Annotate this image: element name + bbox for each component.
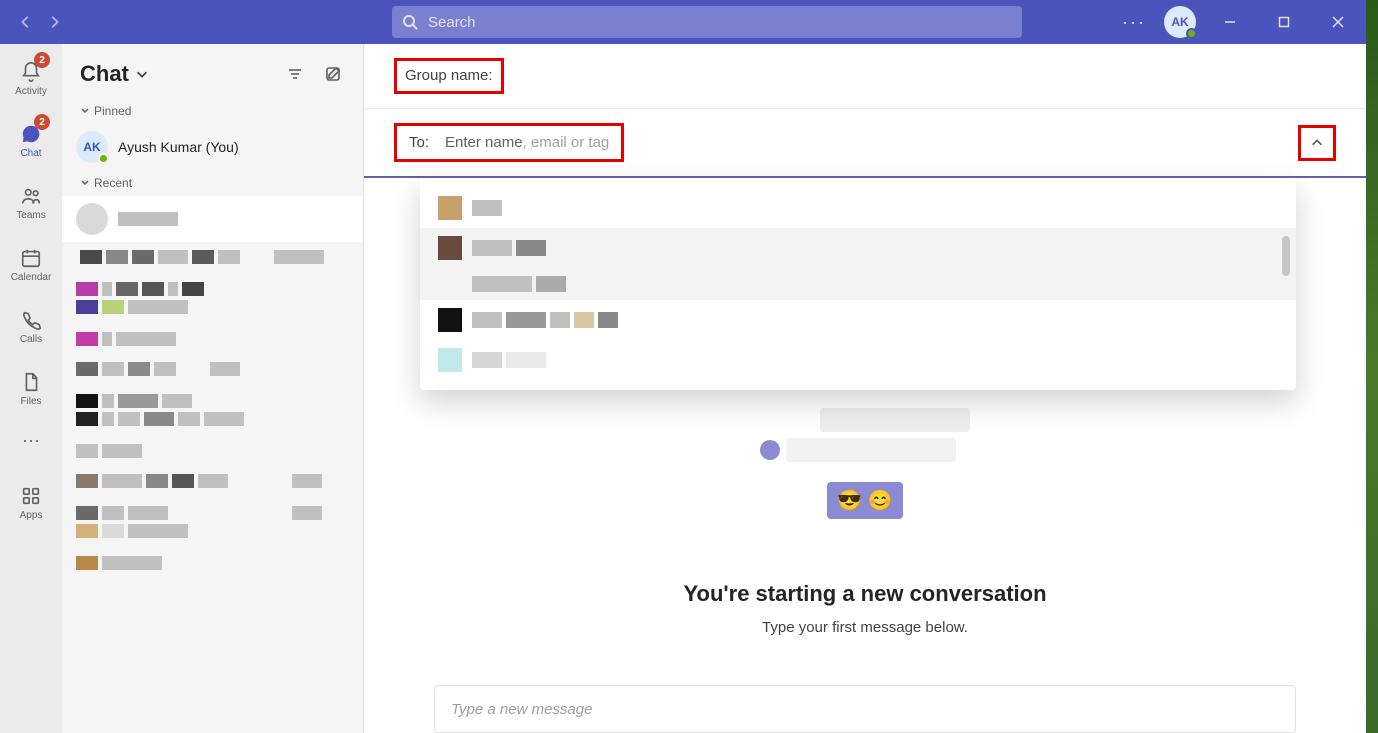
avatar xyxy=(438,308,462,332)
start-conversation-sub: Type your first message below. xyxy=(762,619,968,636)
list-item[interactable] xyxy=(62,242,363,272)
to-label: To: xyxy=(409,134,429,151)
pinned-label: Pinned xyxy=(94,104,131,118)
compose-input[interactable]: Type a new message xyxy=(434,685,1296,733)
more-button[interactable]: ··· xyxy=(1118,8,1150,37)
close-button[interactable] xyxy=(1318,0,1358,44)
forward-button[interactable] xyxy=(42,10,66,34)
emoji-reaction: 😎 😊 xyxy=(827,482,902,519)
people-suggestions xyxy=(420,178,1296,390)
phone-icon xyxy=(19,308,43,332)
chevron-down-icon xyxy=(135,67,149,81)
rail-label: Files xyxy=(20,396,41,407)
chevron-down-icon xyxy=(80,106,90,116)
new-chat-button[interactable] xyxy=(319,60,347,88)
pinned-section[interactable]: Pinned xyxy=(62,98,363,124)
presence-available-icon xyxy=(98,153,109,164)
chat-list-title[interactable]: Chat xyxy=(80,61,149,87)
rail-label: Calendar xyxy=(11,272,52,283)
chat-badge: 2 xyxy=(34,114,50,130)
avatar: AK xyxy=(76,131,108,163)
more-icon: ··· xyxy=(19,428,43,452)
list-item[interactable] xyxy=(62,196,363,242)
suggestion-item[interactable] xyxy=(420,188,1296,228)
activity-badge: 2 xyxy=(34,52,50,68)
to-placeholder-strong: Enter name xyxy=(445,134,523,151)
emoji-cool: 😎 xyxy=(837,490,862,512)
apps-icon xyxy=(19,484,43,508)
list-item[interactable] xyxy=(62,384,363,436)
list-item[interactable] xyxy=(62,436,363,466)
list-item[interactable] xyxy=(62,324,363,354)
rail-label: Apps xyxy=(20,510,43,521)
rail-label: Teams xyxy=(16,210,45,221)
scrollbar-thumb[interactable] xyxy=(1282,236,1290,276)
rail-apps[interactable]: Apps xyxy=(0,476,62,528)
list-item[interactable] xyxy=(62,548,363,578)
to-placeholder-dim: , email or tag xyxy=(523,134,610,151)
avatar xyxy=(438,196,462,220)
avatar xyxy=(76,203,108,235)
group-name-highlight: Group name: xyxy=(394,58,504,94)
message-skeleton xyxy=(760,408,970,462)
avatar-initials: AK xyxy=(83,140,100,154)
list-item[interactable] xyxy=(62,354,363,384)
rail-more[interactable]: ··· xyxy=(0,424,62,456)
titlebar: Search ··· AK xyxy=(0,0,1366,44)
chat-name: Ayush Kumar (You) xyxy=(118,139,239,155)
list-item[interactable]: AK Ayush Kumar (You) xyxy=(62,124,363,170)
to-field-highlight: To: Enter name, email or tag xyxy=(394,123,624,162)
compose-placeholder: Type a new message xyxy=(451,701,592,718)
recent-section[interactable]: Recent xyxy=(62,170,363,196)
desktop-background-edge xyxy=(1366,0,1378,733)
file-icon xyxy=(19,370,43,394)
suggestion-item[interactable] xyxy=(420,268,1296,300)
rail-files[interactable]: Files xyxy=(0,362,62,414)
rail-teams[interactable]: Teams xyxy=(0,176,62,228)
profile-avatar[interactable]: AK xyxy=(1164,6,1196,38)
app-rail: 2 Activity 2 Chat Teams Calenda xyxy=(0,44,62,733)
collapse-to-button[interactable] xyxy=(1298,125,1336,161)
search-input[interactable]: Search xyxy=(392,6,1022,38)
main-pane: Group name: To: Enter name, email or tag xyxy=(364,44,1366,733)
search-placeholder: Search xyxy=(428,14,476,31)
list-item[interactable] xyxy=(62,496,363,548)
chat-list-panel: Chat Pinned AK xyxy=(62,44,364,733)
emoji-smile: 😊 xyxy=(868,490,893,512)
list-item[interactable] xyxy=(62,466,363,496)
rail-label: Chat xyxy=(20,148,41,159)
rail-calendar[interactable]: Calendar xyxy=(0,238,62,290)
back-button[interactable] xyxy=(14,10,38,34)
teams-icon xyxy=(19,184,43,208)
start-conversation-title: You're starting a new conversation xyxy=(683,581,1046,607)
minimize-button[interactable] xyxy=(1210,0,1250,44)
recent-label: Recent xyxy=(94,176,132,190)
avatar xyxy=(438,236,462,260)
rail-label: Calls xyxy=(20,334,42,345)
calendar-icon xyxy=(19,246,43,270)
presence-available-icon xyxy=(1186,28,1197,39)
suggestion-item[interactable] xyxy=(420,300,1296,340)
chevron-down-icon xyxy=(80,178,90,188)
rail-calls[interactable]: Calls xyxy=(0,300,62,352)
chat-title-text: Chat xyxy=(80,61,129,87)
rail-chat[interactable]: 2 Chat xyxy=(0,114,62,166)
group-name-label: Group name: xyxy=(405,67,493,84)
rail-label: Activity xyxy=(15,86,47,97)
filter-button[interactable] xyxy=(281,60,309,88)
suggestion-item[interactable] xyxy=(420,340,1296,380)
maximize-button[interactable] xyxy=(1264,0,1304,44)
avatar xyxy=(438,348,462,372)
to-input[interactable]: Enter name, email or tag xyxy=(445,134,609,151)
avatar-initials: AK xyxy=(1171,15,1188,29)
suggestion-item[interactable] xyxy=(420,228,1296,268)
list-item[interactable] xyxy=(62,272,363,324)
rail-activity[interactable]: 2 Activity xyxy=(0,52,62,104)
